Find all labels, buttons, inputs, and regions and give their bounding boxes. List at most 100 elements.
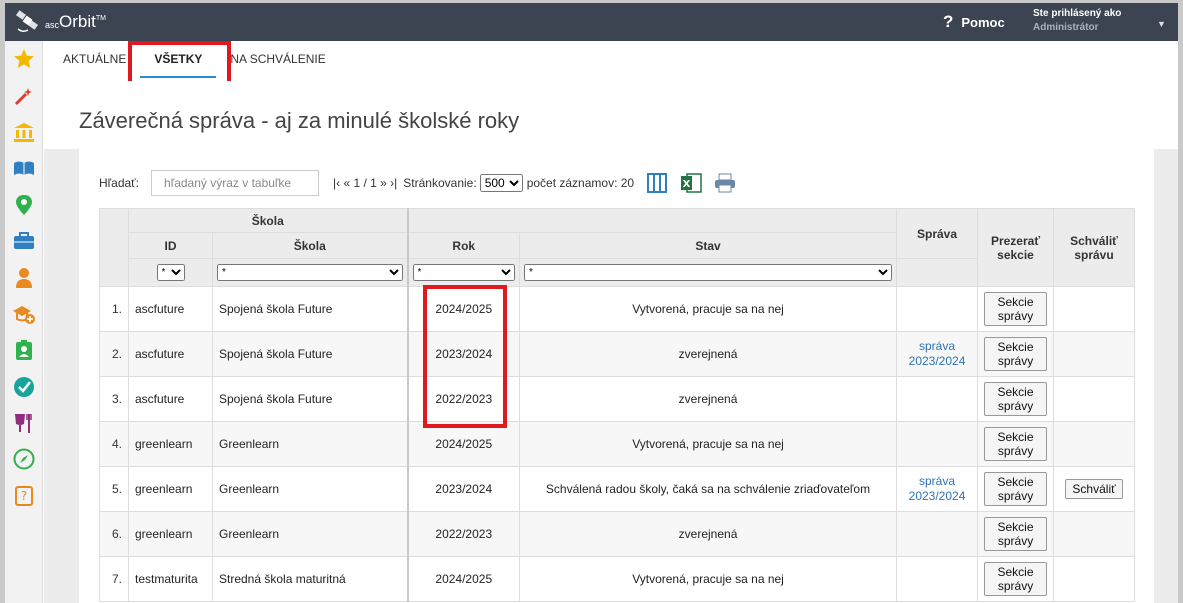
sidebar-item-location[interactable] <box>5 187 43 223</box>
school-name: Stredná škola maturitná <box>211 556 409 602</box>
report-link[interactable]: správa 2023/2024 <box>896 331 979 377</box>
table-row: 3. ascfuture Spojená škola Future 2022/2… <box>99 376 1136 422</box>
sidebar-item-library[interactable] <box>5 150 43 186</box>
page-title: Záverečná správa - aj za minulé školské … <box>79 108 520 133</box>
school-name: Greenlearn <box>211 421 409 467</box>
approve-cell <box>1053 421 1136 467</box>
sections-button[interactable]: Sekcie správy <box>984 337 1048 371</box>
school-header[interactable]: Škola <box>211 232 409 259</box>
book-icon <box>14 161 34 176</box>
sections-cell: Sekcie správy <box>977 511 1055 557</box>
status-header[interactable]: Stav <box>519 232 898 259</box>
sidebar-item-canteen[interactable] <box>5 405 43 441</box>
help-link[interactable]: ? Pomoc <box>943 12 1005 32</box>
report-link[interactable] <box>896 511 979 557</box>
sections-cell: Sekcie správy <box>977 466 1055 512</box>
table-toolbar: Hľadať: |‹ « 1 / 1 » ›| Stránkovanie: 50… <box>99 170 748 196</box>
year-header[interactable]: Rok <box>406 232 521 259</box>
school-id: ascfuture <box>128 331 213 377</box>
sections-button[interactable]: Sekcie správy <box>984 427 1048 461</box>
table-row: 6. greenlearn Greenlearn 2022/2023 zvere… <box>99 511 1136 557</box>
year-filter[interactable]: * <box>412 264 516 281</box>
app-window: asc Orbit TM ? Pomoc Ste prihlásený ako Ad… <box>0 0 1183 603</box>
report-link[interactable] <box>896 376 979 422</box>
approve-cell <box>1053 331 1136 377</box>
row-number: 6. <box>99 511 129 557</box>
school-id: greenlearn <box>128 466 213 512</box>
approve-cell <box>1053 556 1136 602</box>
school-group-header: Škola <box>127 208 409 233</box>
user-login-label: Ste prihlásený ako <box>1033 8 1122 19</box>
excel-export-icon[interactable]: X <box>680 172 702 194</box>
school-name: Spojená škola Future <box>211 331 409 377</box>
cup-fork-icon <box>15 414 32 434</box>
table-row: 2. ascfuture Spojená škola Future 2023/2… <box>99 331 1136 377</box>
search-input[interactable] <box>151 170 320 196</box>
sidebar-item-work[interactable] <box>5 223 43 259</box>
report-link[interactable] <box>896 421 979 467</box>
school-id: ascfuture <box>128 286 213 332</box>
report-link[interactable] <box>896 556 979 602</box>
report-link[interactable] <box>896 286 979 332</box>
table-row: 7. testmaturita Stredná škola maturitná … <box>99 556 1136 602</box>
approve-cell <box>1053 286 1136 332</box>
school-id: greenlearn <box>128 511 213 557</box>
school-name: Greenlearn <box>211 511 409 557</box>
search-label: Hľadať: <box>99 176 140 190</box>
school-filter[interactable]: * <box>217 264 403 281</box>
id-badge-icon <box>16 340 32 361</box>
question-book-icon: ? <box>15 485 33 506</box>
empty-group-header <box>406 208 898 233</box>
sections-cell: Sekcie správy <box>977 421 1055 467</box>
sidebar-item-attendance[interactable] <box>5 369 43 405</box>
pager[interactable]: |‹ « 1 / 1 » ›| <box>333 176 397 190</box>
sections-button[interactable]: Sekcie správy <box>984 292 1048 326</box>
sidebar-item-institution[interactable] <box>5 114 43 150</box>
briefcase-icon <box>14 232 34 250</box>
logo-prefix: asc <box>45 20 60 30</box>
approve-report-header: Schváliť správu <box>1053 208 1136 287</box>
chevron-down-icon[interactable]: ▼ <box>1157 19 1166 29</box>
sections-button[interactable]: Sekcie správy <box>984 382 1048 416</box>
id-filter-cell: * <box>128 258 213 287</box>
sections-cell: Sekcie správy <box>977 556 1055 602</box>
sections-button[interactable]: Sekcie správy <box>984 517 1048 551</box>
school-year: 2024/2025 <box>406 421 521 467</box>
row-number: 2. <box>99 331 129 377</box>
approve-cell <box>1053 511 1136 557</box>
paging-select[interactable]: 500 <box>479 174 523 192</box>
approve-cell: Schváliť <box>1053 466 1136 512</box>
approve-cell <box>1053 376 1136 422</box>
sidebar-item-wizard[interactable] <box>5 77 43 113</box>
user-menu[interactable]: Ste prihlásený ako Administrátor <box>1033 7 1121 35</box>
id-filter[interactable]: * <box>156 264 185 281</box>
sidebar-item-badge[interactable] <box>5 332 43 368</box>
report-link[interactable]: správa 2023/2024 <box>896 466 979 512</box>
school-add-icon <box>13 305 35 324</box>
school-name: Greenlearn <box>211 466 409 512</box>
sidebar-item-people[interactable] <box>5 259 43 295</box>
status-filter[interactable]: * <box>524 264 893 281</box>
top-bar: asc Orbit TM ? Pomoc Ste prihlásený ako Ad… <box>5 3 1178 41</box>
tab-for-approval[interactable]: NA SCHVÁLENIE <box>230 41 325 81</box>
row-number: 5. <box>99 466 129 512</box>
tab-current[interactable]: AKTUÁLNE <box>63 41 126 81</box>
record-count: počet záznamov: 20 <box>526 176 635 190</box>
columns-icon[interactable] <box>646 172 668 194</box>
print-icon[interactable] <box>714 172 736 194</box>
id-header[interactable]: ID <box>128 232 213 259</box>
sidebar-item-favorites[interactable] <box>5 41 43 77</box>
approve-button[interactable]: Schváliť <box>1065 479 1123 499</box>
sections-button[interactable]: Sekcie správy <box>984 472 1048 506</box>
asc-orbit-logo[interactable]: asc Orbit TM <box>15 7 106 37</box>
compass-icon <box>13 448 35 470</box>
sidebar-item-help-book[interactable]: ? <box>5 478 43 514</box>
sidebar-item-school-add[interactable] <box>5 296 43 332</box>
logo-text: Orbit <box>59 12 96 31</box>
row-number: 7. <box>99 556 129 602</box>
map-pin-icon <box>16 194 32 215</box>
row-number-header <box>99 208 129 287</box>
school-name: Spojená škola Future <box>211 286 409 332</box>
sidebar-item-navigation[interactable] <box>5 441 43 477</box>
sections-button[interactable]: Sekcie správy <box>984 562 1048 596</box>
